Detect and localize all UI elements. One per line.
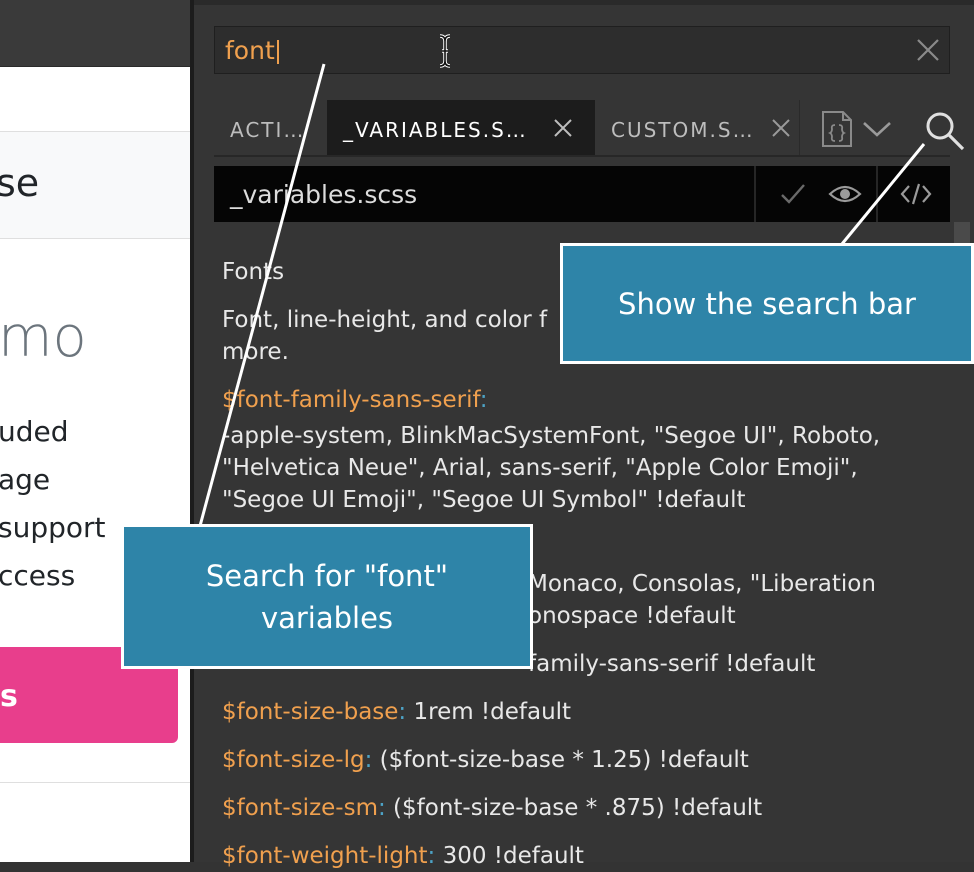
callout-search-font: Search for "font" variables bbox=[121, 524, 533, 669]
preview-cta-label: s bbox=[0, 679, 18, 714]
panel-top-edge bbox=[194, 0, 974, 5]
tab-variables[interactable]: _VARIABLES.S… bbox=[327, 100, 595, 155]
preview-pane: se mo uded age support ccess s bbox=[0, 0, 193, 862]
file-bar: _variables.scss bbox=[214, 166, 950, 222]
variable-value: "Helvetica Neue", Arial, sans-serif, "Ap… bbox=[222, 455, 858, 481]
chevron-down-icon[interactable] bbox=[862, 120, 892, 138]
variable-value: Monaco, Consolas, "Liberation bbox=[528, 571, 876, 597]
tab-divider bbox=[799, 100, 800, 155]
text-caret bbox=[277, 40, 279, 64]
variable-row[interactable]: $font-size-base: 1rem !default bbox=[222, 696, 571, 728]
preview-brand-text: se bbox=[0, 161, 40, 205]
variable-value: ($font-size-base * .875) !default bbox=[385, 795, 763, 821]
variable-row[interactable]: $font-family-sans-serif: bbox=[222, 384, 488, 416]
editor-panel: ACTI… _VARIABLES.S… CUSTOM.S… _variables… bbox=[194, 0, 974, 869]
preview-toolbar bbox=[0, 0, 193, 67]
search-icon[interactable] bbox=[924, 110, 966, 152]
variable-name: $font-size-lg bbox=[222, 747, 365, 773]
variable-value: -apple-system, BlinkMacSystemFont, "Sego… bbox=[222, 423, 881, 449]
eye-icon[interactable] bbox=[828, 182, 862, 206]
callout-search-bar: Show the search bar bbox=[560, 243, 974, 364]
variable-colon: : bbox=[479, 387, 488, 413]
file-tabs: ACTI… _VARIABLES.S… CUSTOM.S… bbox=[214, 100, 950, 157]
clear-search-icon[interactable] bbox=[915, 37, 941, 63]
variable-name: $font-family-sans-serif bbox=[222, 387, 480, 413]
variable-value: "Segoe UI Emoji", "Segoe UI Symbol" !def… bbox=[222, 487, 746, 513]
preview-text-line: age bbox=[0, 463, 51, 496]
close-tab-icon[interactable] bbox=[771, 118, 791, 138]
file-code-icon[interactable] bbox=[820, 110, 854, 148]
variable-colon: : bbox=[398, 699, 407, 725]
variable-row[interactable]: $font-weight-light: 300 !default bbox=[222, 840, 584, 872]
tab-actions[interactable]: ACTI… bbox=[214, 100, 327, 155]
section-title: Fonts bbox=[222, 259, 285, 285]
close-tab-icon[interactable] bbox=[553, 118, 573, 138]
tab-label: ACTI… bbox=[230, 118, 306, 142]
variable-value: family-sans-serif !default bbox=[528, 651, 816, 677]
variable-row[interactable]: $font-size-lg: ($font-size-base * 1.25) … bbox=[222, 744, 749, 776]
preview-text-line: support bbox=[0, 511, 106, 544]
preview-heading: mo bbox=[0, 305, 87, 370]
ibeam-cursor-icon bbox=[439, 34, 451, 68]
variable-name: $font-weight-light bbox=[222, 843, 428, 869]
preview-text-line: uded bbox=[0, 415, 69, 448]
tab-label: CUSTOM.S… bbox=[611, 118, 755, 142]
check-icon[interactable] bbox=[780, 182, 806, 206]
search-input[interactable] bbox=[225, 33, 865, 67]
search-bar bbox=[214, 26, 950, 74]
variable-colon: : bbox=[377, 795, 386, 821]
variable-value: onospace !default bbox=[528, 603, 736, 629]
variable-value: 300 !default bbox=[435, 843, 584, 869]
section-description: more. bbox=[222, 339, 289, 365]
section-description: Font, line-height, and color f bbox=[222, 307, 548, 333]
variable-name: $font-size-base bbox=[222, 699, 399, 725]
current-filename: _variables.scss bbox=[230, 180, 418, 209]
tab-custom[interactable]: CUSTOM.S… bbox=[595, 100, 799, 155]
file-bar-divider bbox=[876, 166, 878, 222]
variable-row[interactable]: $font-size-sm: ($font-size-base * .875) … bbox=[222, 792, 762, 824]
variable-value: 1rem !default bbox=[406, 699, 572, 725]
tab-label: _VARIABLES.S… bbox=[343, 118, 528, 142]
variable-value: ($font-size-base * 1.25) !default bbox=[372, 747, 749, 773]
variable-name: $font-size-sm bbox=[222, 795, 378, 821]
code-view-icon[interactable] bbox=[900, 181, 932, 207]
preview-divider bbox=[0, 782, 193, 783]
file-bar-divider bbox=[754, 166, 756, 222]
preview-text-line: ccess bbox=[0, 559, 76, 592]
